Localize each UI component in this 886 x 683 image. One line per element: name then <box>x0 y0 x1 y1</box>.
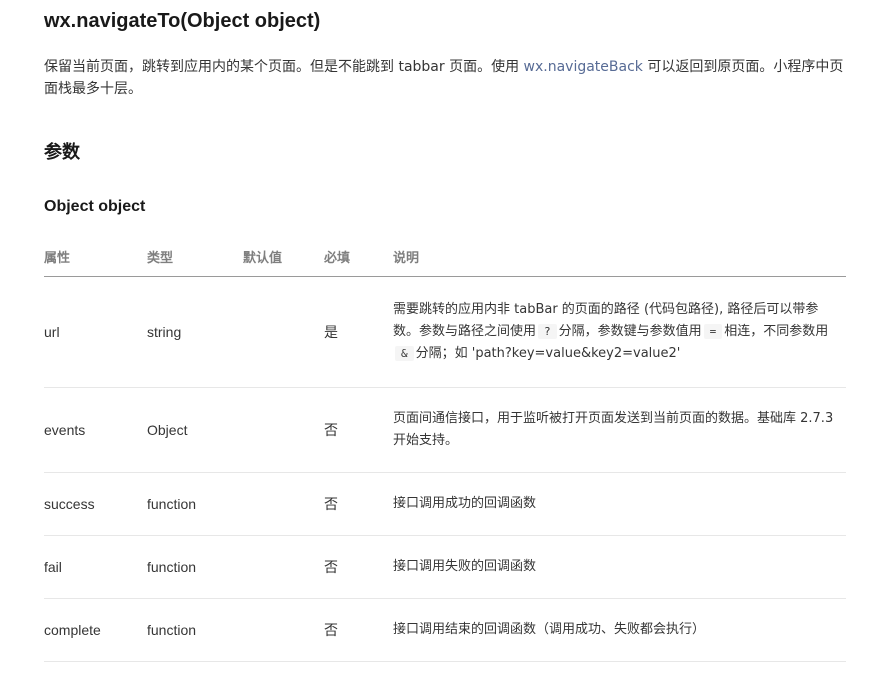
param-description: 接口调用成功的回调函数 <box>393 472 846 536</box>
inline-code: & <box>395 346 414 361</box>
param-required: 是 <box>324 276 393 388</box>
object-heading: Object object <box>44 198 146 215</box>
param-required: 否 <box>324 387 393 473</box>
params-heading: 参数 <box>44 142 80 163</box>
table-row: complete function 否 接口调用结束的回调函数（调用成功、失败都… <box>44 598 846 662</box>
param-name: url <box>44 276 147 388</box>
param-required: 否 <box>324 598 393 662</box>
inline-code: = <box>703 324 723 339</box>
header-default: 默认值 <box>243 236 324 277</box>
header-required: 必填 <box>324 236 393 277</box>
header-property: 属性 <box>44 236 147 277</box>
param-description: 页面间通信接口，用于监听被打开页面发送到当前页面的数据。基础库 2.7.3 开始… <box>393 387 846 473</box>
header-type: 类型 <box>147 236 243 277</box>
inline-code: ? <box>538 324 557 339</box>
params-table: 属性 类型 默认值 必填 说明 url string 是 需要跳转的应用内非 t… <box>44 236 846 662</box>
param-description: 需要跳转的应用内非 tabBar 的页面的路径 (代码包路径), 路径后可以带参… <box>393 276 846 388</box>
param-type: function <box>147 472 243 536</box>
table-row: fail function 否 接口调用失败的回调函数 <box>44 535 846 599</box>
param-default <box>243 535 324 599</box>
param-name: events <box>44 387 147 473</box>
page-title: wx.navigateTo(Object object) <box>44 10 321 32</box>
param-description: 接口调用结束的回调函数（调用成功、失败都会执行） <box>393 598 846 662</box>
desc-text: 分隔，参数键与参数值用 <box>558 324 702 339</box>
param-default <box>243 276 324 388</box>
param-default <box>243 387 324 473</box>
table-row: success function 否 接口调用成功的回调函数 <box>44 472 846 536</box>
header-description: 说明 <box>393 236 846 277</box>
param-description: 接口调用失败的回调函数 <box>393 535 846 599</box>
param-required: 否 <box>324 472 393 536</box>
param-default <box>243 598 324 662</box>
intro-paragraph: 保留当前页面，跳转到应用内的某个页面。但是不能跳到 tabbar 页面。使用 w… <box>44 56 846 100</box>
table-row: url string 是 需要跳转的应用内非 tabBar 的页面的路径 (代码… <box>44 276 846 388</box>
param-required: 否 <box>324 535 393 599</box>
param-name: complete <box>44 598 147 662</box>
param-name: fail <box>44 535 147 599</box>
param-default <box>243 472 324 536</box>
desc-text: 分隔；如 'path?key=value&key2=value2' <box>415 346 681 361</box>
desc-text: 相连，不同参数用 <box>724 324 829 339</box>
table-row: events Object 否 页面间通信接口，用于监听被打开页面发送到当前页面… <box>44 387 846 473</box>
intro-text-before: 保留当前页面，跳转到应用内的某个页面。但是不能跳到 tabbar 页面。使用 <box>44 59 524 75</box>
param-name: success <box>44 472 147 536</box>
table-header-row: 属性 类型 默认值 必填 说明 <box>44 236 846 277</box>
param-type: function <box>147 535 243 599</box>
param-type: Object <box>147 387 243 473</box>
navigate-back-link[interactable]: wx.navigateBack <box>524 59 643 75</box>
param-type: string <box>147 276 243 388</box>
param-type: function <box>147 598 243 662</box>
